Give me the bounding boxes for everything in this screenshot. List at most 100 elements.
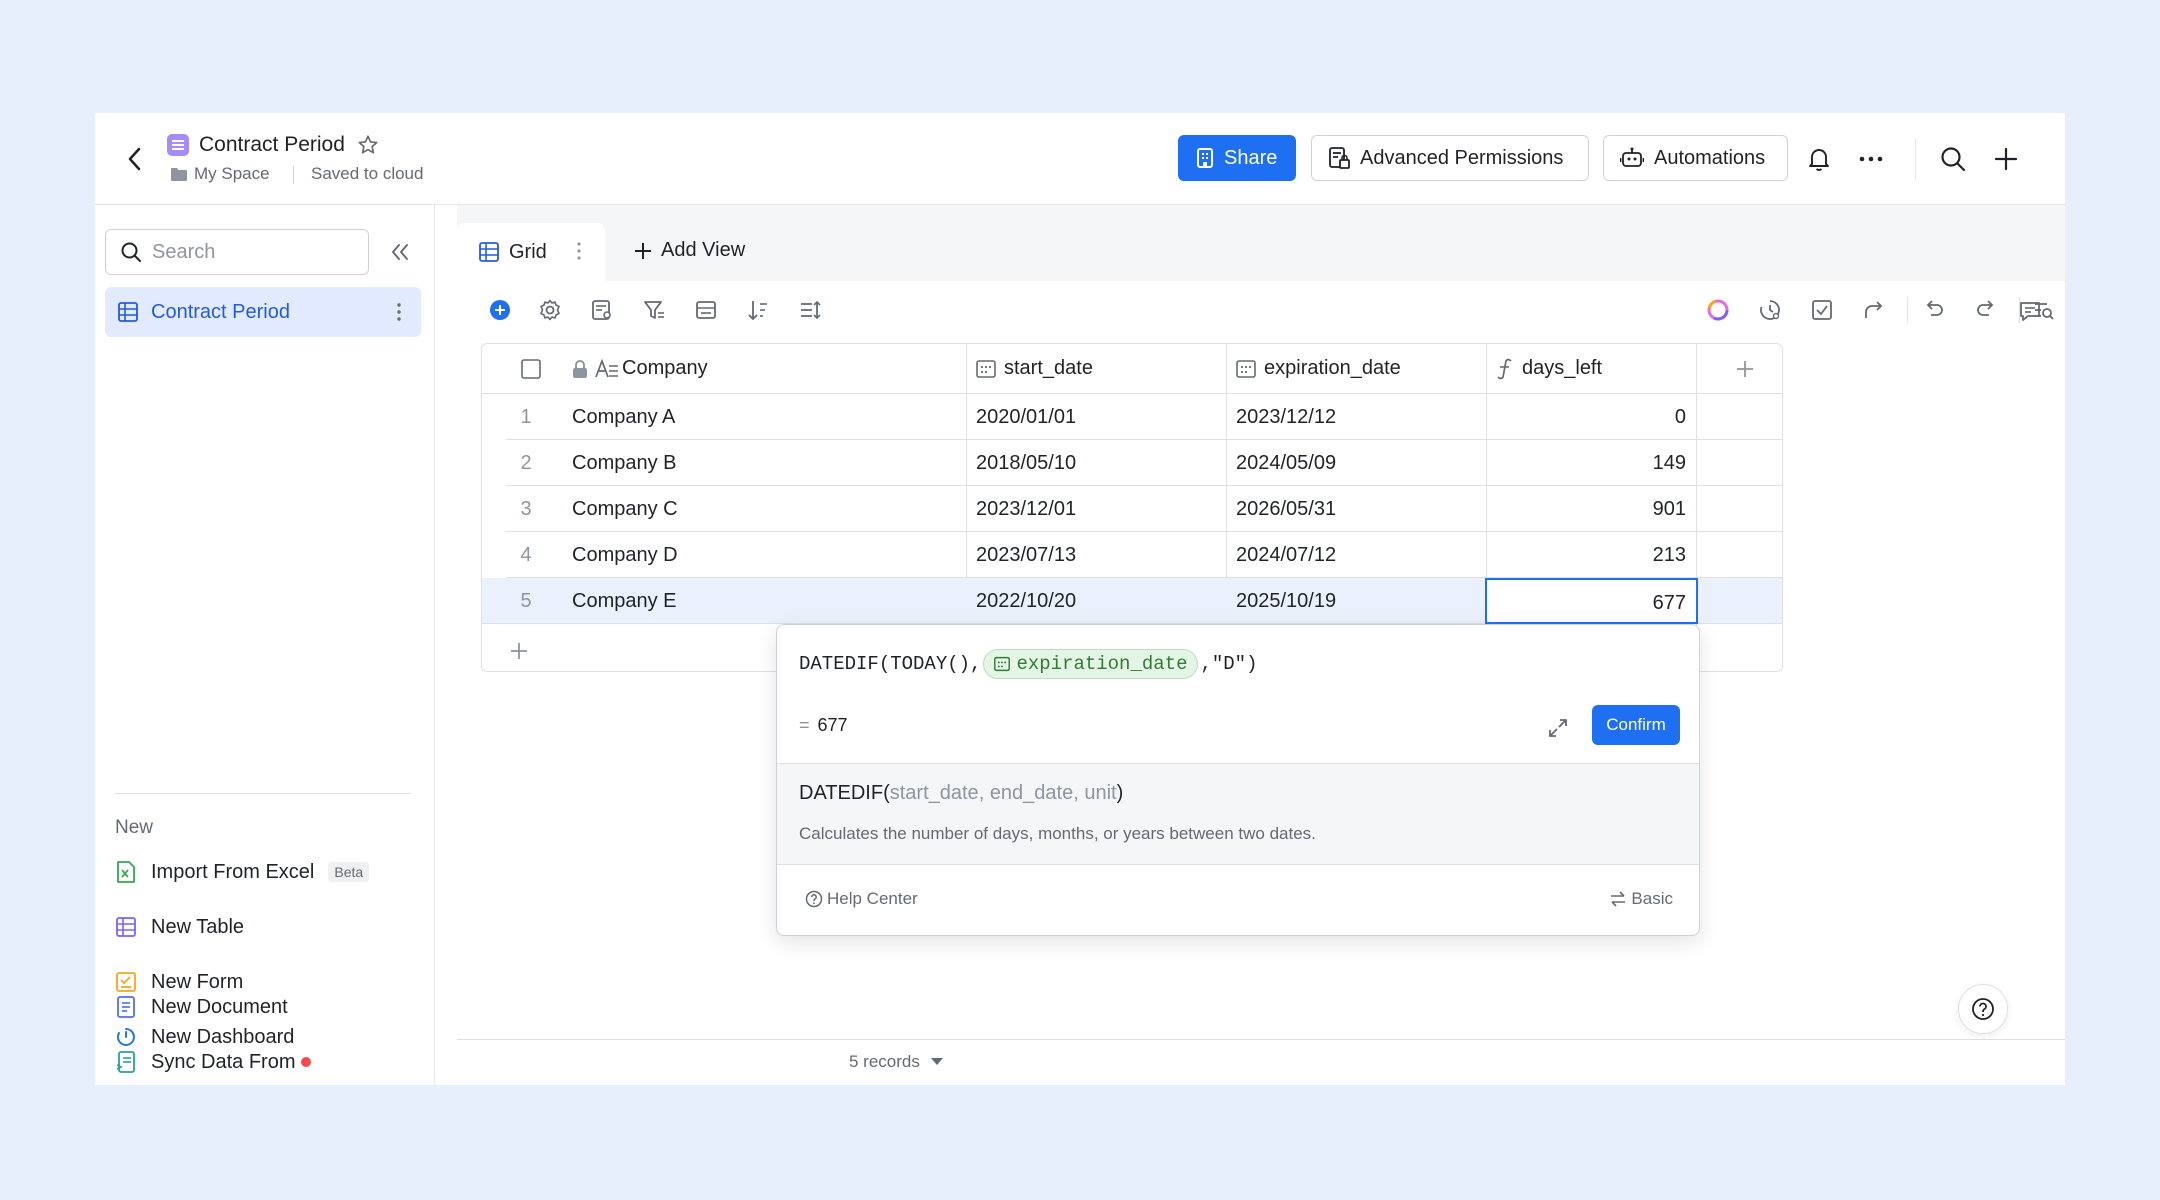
add-view-label: Add View — [661, 239, 746, 261]
group-icon[interactable] — [689, 293, 723, 327]
more-icon[interactable] — [1853, 141, 1889, 177]
settings-icon[interactable] — [533, 293, 567, 327]
cell-expiration-date[interactable]: 2024/05/09 — [1236, 440, 1336, 486]
table-row[interactable]: 1 Company A 2020/01/01 2023/12/12 0 — [506, 394, 1782, 440]
basic-mode-toggle[interactable]: Basic — [1609, 889, 1673, 909]
search-icon — [121, 242, 141, 262]
cell-days-left-active[interactable]: 677 — [1485, 578, 1698, 624]
comment-icon[interactable] — [2013, 294, 2047, 328]
formula-input[interactable]: DATEDIF(TODAY(), expiration_date ,"D") — [799, 649, 1257, 679]
cell-start-date[interactable]: 2022/10/20 — [976, 578, 1076, 624]
table-icon — [118, 302, 138, 322]
table-row[interactable]: 2 Company B 2018/05/10 2024/05/09 149 — [506, 440, 1782, 486]
table-icon — [115, 916, 137, 938]
undo-icon[interactable] — [1917, 293, 1951, 327]
tab-grid-label: Grid — [509, 240, 547, 263]
table-row-selected[interactable]: 5 Company E 2022/10/20 2025/10/19 677 — [482, 578, 1782, 624]
cell-company[interactable]: Company B — [572, 440, 677, 486]
cell-days-left[interactable]: 0 — [1496, 394, 1696, 440]
share-out-icon[interactable] — [1857, 293, 1891, 327]
column-header-company[interactable]: Company — [572, 344, 960, 394]
function-help: DATEDIF(start_date, end_date, unit) Calc… — [777, 763, 1699, 865]
cell-start-date[interactable]: 2023/12/01 — [976, 486, 1076, 532]
cell-start-date[interactable]: 2020/01/01 — [976, 394, 1076, 440]
check-task-icon[interactable] — [1805, 293, 1839, 327]
row-height-icon[interactable] — [793, 293, 827, 327]
expand-icon[interactable] — [1543, 713, 1573, 743]
automations-button[interactable]: Automations — [1603, 135, 1788, 181]
help-center-link[interactable]: Help Center — [805, 889, 918, 909]
cell-company[interactable]: Company E — [572, 578, 677, 624]
row-number: 3 — [520, 497, 532, 520]
cell-days-left[interactable]: 149 — [1496, 440, 1696, 486]
sync-data-label: Sync Data From — [151, 1050, 296, 1073]
question-circle-icon — [1972, 998, 1994, 1020]
divider — [293, 166, 294, 184]
table-row[interactable]: 4 Company D 2023/07/13 2024/07/12 213 — [506, 532, 1782, 578]
cell-start-date[interactable]: 2023/07/13 — [976, 532, 1076, 578]
star-icon[interactable] — [357, 134, 379, 156]
chevron-left-icon — [128, 147, 141, 171]
bell-icon[interactable] — [1801, 141, 1837, 177]
text-field-icon — [595, 358, 618, 377]
plus-icon[interactable] — [1988, 141, 2024, 177]
search-input[interactable] — [152, 240, 342, 264]
cell-company[interactable]: Company D — [572, 532, 678, 578]
cell-expiration-date[interactable]: 2024/07/12 — [1236, 532, 1336, 578]
cell-start-date[interactable]: 2018/05/10 — [976, 440, 1076, 486]
new-document-label: New Document — [151, 995, 288, 1018]
cell-expiration-date[interactable]: 2023/12/12 — [1236, 394, 1336, 440]
column-header-days-left[interactable]: days_left — [1496, 344, 1696, 394]
new-document-item[interactable]: New Document — [115, 990, 288, 1024]
redo-icon[interactable] — [1969, 293, 2003, 327]
field-reference-chip[interactable]: expiration_date — [983, 649, 1199, 679]
cell-expiration-date[interactable]: 2026/05/31 — [1236, 486, 1336, 532]
advanced-permissions-button[interactable]: Advanced Permissions — [1311, 135, 1589, 181]
ai-assistant-icon[interactable] — [1701, 293, 1735, 327]
cell-days-left[interactable]: 213 — [1496, 532, 1696, 578]
sort-icon[interactable] — [741, 293, 775, 327]
search-icon[interactable] — [1935, 141, 1971, 177]
function-description: Calculates the number of days, months, o… — [799, 824, 1316, 843]
share-button[interactable]: Share — [1178, 135, 1296, 181]
sidebar-item-contract-period[interactable]: Contract Period — [105, 287, 421, 337]
kebab-menu-icon[interactable] — [389, 300, 409, 324]
cell-expiration-date[interactable]: 2025/10/19 — [1236, 578, 1336, 624]
cell-days-left[interactable]: 901 — [1496, 486, 1696, 532]
formula-result: = 677 — [799, 715, 848, 736]
cell-company[interactable]: Company C — [572, 486, 678, 532]
new-table-item[interactable]: New Table — [115, 910, 244, 944]
date-field-icon — [994, 656, 1011, 672]
sidebar-search[interactable] — [105, 229, 369, 275]
add-row-button[interactable] — [504, 636, 534, 666]
tab-kebab-icon[interactable] — [571, 239, 587, 263]
add-column-button[interactable] — [1706, 344, 1782, 394]
confirm-button[interactable]: Confirm — [1592, 705, 1680, 745]
share-building-icon — [1197, 148, 1213, 168]
column-header-expiration-date[interactable]: expiration_date — [1236, 344, 1486, 394]
add-view-button[interactable]: Add View — [633, 239, 745, 262]
select-all-checkbox[interactable] — [516, 344, 546, 394]
table-row[interactable]: 3 Company C 2023/12/01 2026/05/31 901 — [506, 486, 1782, 532]
column-header-start-date[interactable]: start_date — [976, 344, 1226, 394]
function-name: DATEDIF( — [799, 782, 890, 804]
collapse-sidebar-icon[interactable] — [385, 237, 415, 267]
column-header-label: Company — [622, 357, 708, 379]
add-record-icon[interactable] — [483, 293, 517, 327]
import-excel-item[interactable]: Import From Excel Beta — [115, 855, 370, 889]
breadcrumb-space[interactable]: My Space — [194, 164, 270, 184]
field-settings-icon[interactable] — [585, 293, 619, 327]
formula-editor-popup: DATEDIF(TODAY(), expiration_date ,"D") =… — [776, 624, 1700, 936]
sync-data-item[interactable]: Sync Data From — [115, 1045, 312, 1079]
back-button[interactable] — [117, 141, 153, 177]
filter-icon[interactable] — [637, 293, 671, 327]
cell-company[interactable]: Company A — [572, 394, 675, 440]
records-count[interactable]: 5 records — [849, 1052, 944, 1072]
row-number: 5 — [520, 589, 532, 612]
help-center-label: Help Center — [827, 889, 918, 908]
plus-icon — [511, 643, 527, 659]
grid-icon — [479, 242, 499, 262]
notification-dot — [301, 1057, 312, 1067]
help-button[interactable] — [1958, 984, 2008, 1034]
history-icon[interactable] — [1753, 293, 1787, 327]
